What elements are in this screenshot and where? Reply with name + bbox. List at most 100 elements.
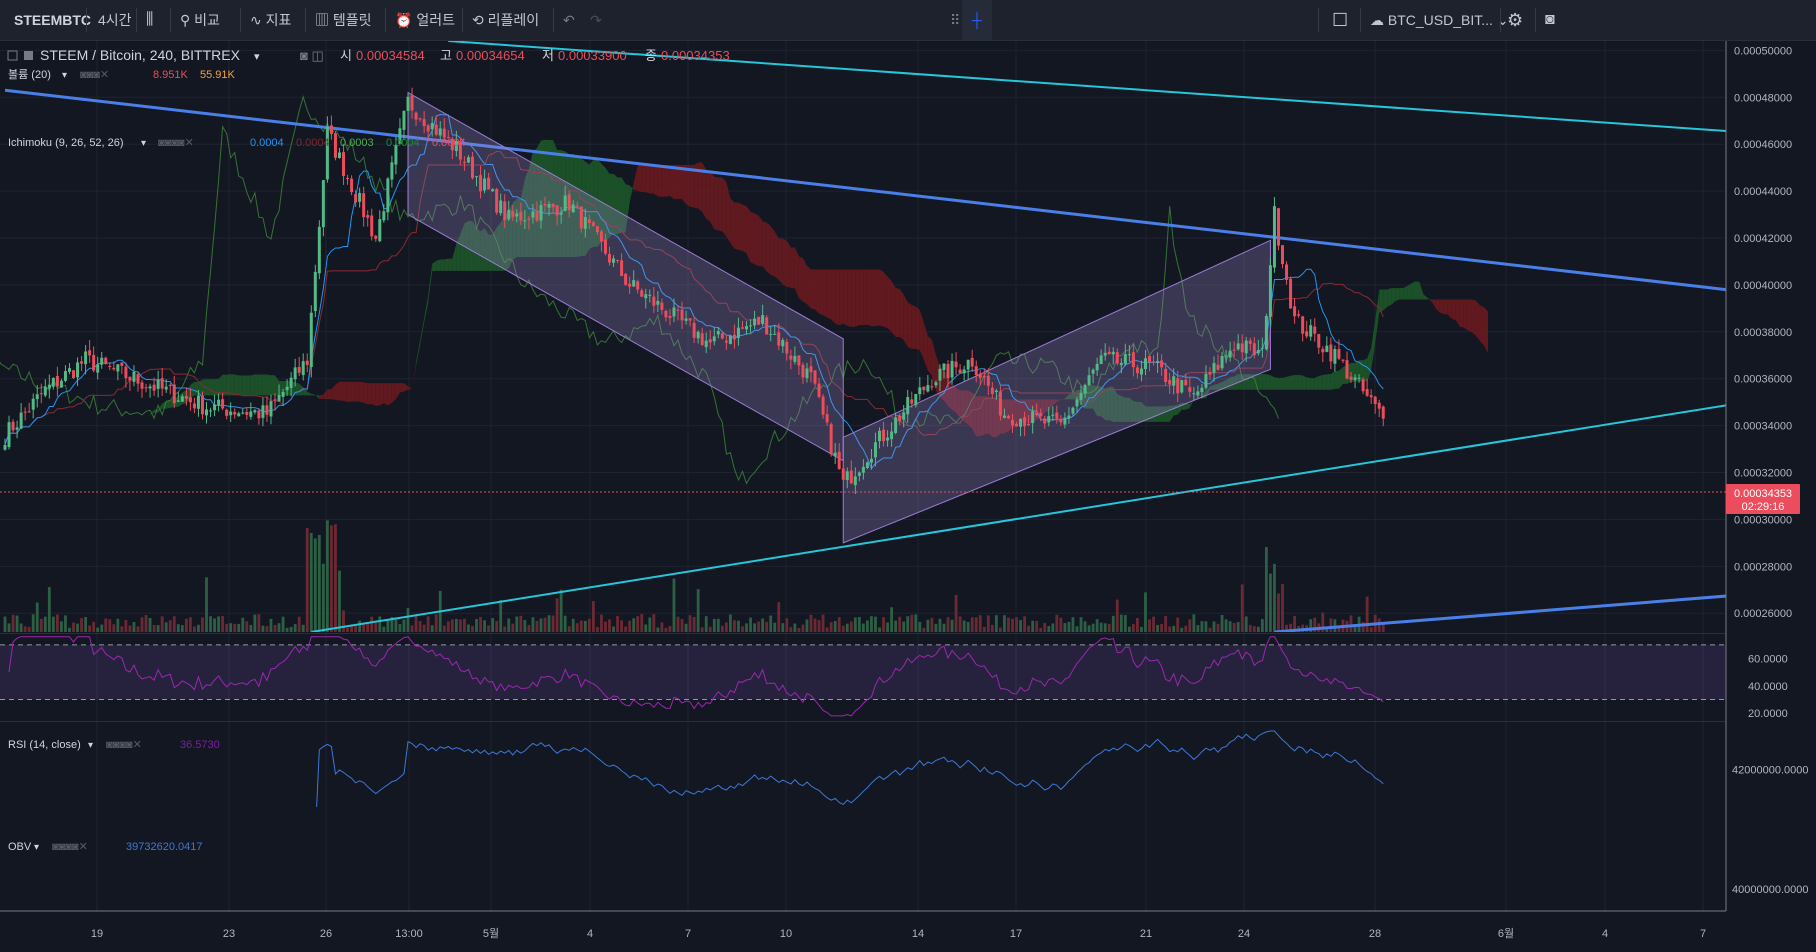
- alert-button[interactable]: ⏰ 얼러트: [395, 0, 455, 40]
- camera-icon[interactable]: ◙: [1545, 0, 1555, 40]
- cloud-segment: [319, 394, 324, 399]
- toolbar-separator: [305, 8, 306, 32]
- candle-body: [1272, 206, 1276, 268]
- candle-body: [1192, 393, 1196, 395]
- volume-tools-icons[interactable]: ◙◙◙✕: [80, 69, 109, 81]
- volume-bar: [1047, 625, 1051, 632]
- obv-dropdown-icon[interactable]: ▾: [34, 842, 39, 853]
- rsi-dropdown-icon[interactable]: ▾: [88, 740, 93, 751]
- chart-area[interactable]: 0.000500000.000480000.000460000.00044000…: [0, 41, 1816, 952]
- drag-handle-icon[interactable]: ⠿: [950, 0, 960, 40]
- candle-body: [414, 112, 418, 120]
- volume-dropdown-icon[interactable]: ▾: [62, 70, 67, 81]
- ichimoku-label[interactable]: Ichimoku (9, 26, 52, 26): [8, 137, 124, 149]
- rsi-label[interactable]: RSI (14, close): [8, 739, 81, 751]
- cloud-segment: [1484, 307, 1489, 353]
- candle-body: [595, 226, 599, 233]
- time-tick-label: 21: [1140, 928, 1152, 940]
- candle-body: [603, 239, 607, 254]
- candle-body: [43, 386, 47, 396]
- volume-bar: [394, 619, 398, 632]
- candles-icon[interactable]: ⫼: [146, 0, 153, 40]
- candle-body: [1143, 358, 1147, 370]
- volume-bar: [733, 620, 736, 632]
- volume-bar: [386, 619, 390, 632]
- cloud-segment: [641, 164, 646, 193]
- legend-title[interactable]: STEEM / Bitcoin, 240, BITTREX: [40, 47, 241, 63]
- volume-bar: [720, 625, 724, 632]
- volume-bar: [193, 626, 196, 632]
- obv-tools-icons[interactable]: ◙◙◙◙✕: [52, 841, 88, 853]
- candle-body: [946, 363, 950, 379]
- templates-button[interactable]: ▥ 템플릿: [315, 0, 372, 40]
- volume-bar: [938, 618, 942, 632]
- candle-body: [100, 357, 104, 365]
- candle-body: [470, 156, 474, 179]
- volume-bar: [918, 621, 922, 632]
- candle-body: [757, 316, 761, 325]
- gear-icon[interactable]: ⚙: [1507, 0, 1523, 40]
- rsi-tools-icons[interactable]: ◙◙◙◙✕: [106, 739, 142, 751]
- obv-label[interactable]: OBV: [8, 841, 32, 853]
- candle-body: [865, 462, 869, 469]
- candle-body: [176, 400, 180, 402]
- legend-icons[interactable]: ◙ ◫: [300, 48, 324, 63]
- candle-body: [934, 382, 938, 386]
- cloud-segment: [823, 269, 828, 318]
- volume-bar: [729, 614, 732, 632]
- volume-bar: [422, 624, 426, 632]
- cloud-segment: [210, 379, 215, 396]
- volume-bar: [563, 615, 567, 632]
- volume-bar: [571, 618, 575, 632]
- crosshair-icon[interactable]: ┼: [962, 0, 992, 40]
- symbol-button[interactable]: STEEMBTC: [14, 0, 91, 40]
- volume-bar: [1007, 617, 1010, 632]
- candle-body: [1285, 264, 1289, 280]
- volume-value: 8.951K: [153, 69, 189, 81]
- volume-bar: [205, 577, 208, 632]
- cloud-segment: [851, 269, 856, 327]
- pane-separator[interactable]: [0, 633, 1726, 634]
- alert-label: 얼러트: [416, 12, 455, 28]
- layout-button[interactable]: ☁ BTC_USD_BIT... ⌄: [1370, 0, 1509, 40]
- candle-body: [1252, 343, 1256, 356]
- candle-body: [406, 96, 410, 111]
- time-axis[interactable]: [0, 911, 1816, 952]
- candle-body: [1119, 362, 1123, 366]
- indicators-button[interactable]: ∿ 지표: [250, 0, 291, 40]
- fullscreen-icon[interactable]: ☐: [1332, 0, 1348, 40]
- volume-bar: [11, 614, 15, 632]
- candle-body: [519, 211, 523, 221]
- redo-icon[interactable]: ↷: [590, 0, 602, 40]
- volume-bar: [1039, 627, 1043, 632]
- pane-separator[interactable]: [0, 721, 1726, 722]
- compare-button[interactable]: ⚲ 비교: [180, 0, 220, 40]
- volume-bar: [954, 594, 958, 632]
- volume-bar: [209, 616, 212, 632]
- volume-ma-value: 55.91K: [200, 69, 236, 81]
- ichimoku-dropdown-icon[interactable]: ▾: [141, 138, 146, 149]
- candle-body: [1107, 351, 1111, 355]
- legend-dropdown-icon[interactable]: ▾: [254, 51, 260, 63]
- volume-bar: [894, 620, 898, 632]
- candle-body: [1212, 363, 1216, 373]
- volume-bar: [55, 614, 59, 632]
- cloud-segment: [347, 381, 352, 403]
- obv-tick-label: 42000000.0000: [1732, 765, 1808, 777]
- candle-body: [329, 125, 333, 134]
- cloud-icon: ☁: [1370, 12, 1384, 28]
- high-label: 고: [440, 48, 452, 63]
- volume-label[interactable]: 볼륨 (20): [8, 68, 51, 81]
- volume-bar: [999, 627, 1002, 632]
- undo-icon[interactable]: ↶: [563, 0, 575, 40]
- candle-body: [531, 211, 535, 218]
- candle-body: [668, 315, 672, 318]
- candle-body: [1091, 369, 1095, 374]
- time-tick-label: 10: [780, 928, 792, 940]
- candle-body: [19, 412, 23, 429]
- cloud-segment: [1399, 287, 1404, 300]
- candle-body: [1063, 417, 1067, 425]
- interval-button[interactable]: 4시간: [98, 0, 132, 40]
- replay-button[interactable]: ⟲ 리플레이: [472, 0, 539, 40]
- ichimoku-tools-icons[interactable]: ◙◙◙◙✕: [158, 137, 194, 149]
